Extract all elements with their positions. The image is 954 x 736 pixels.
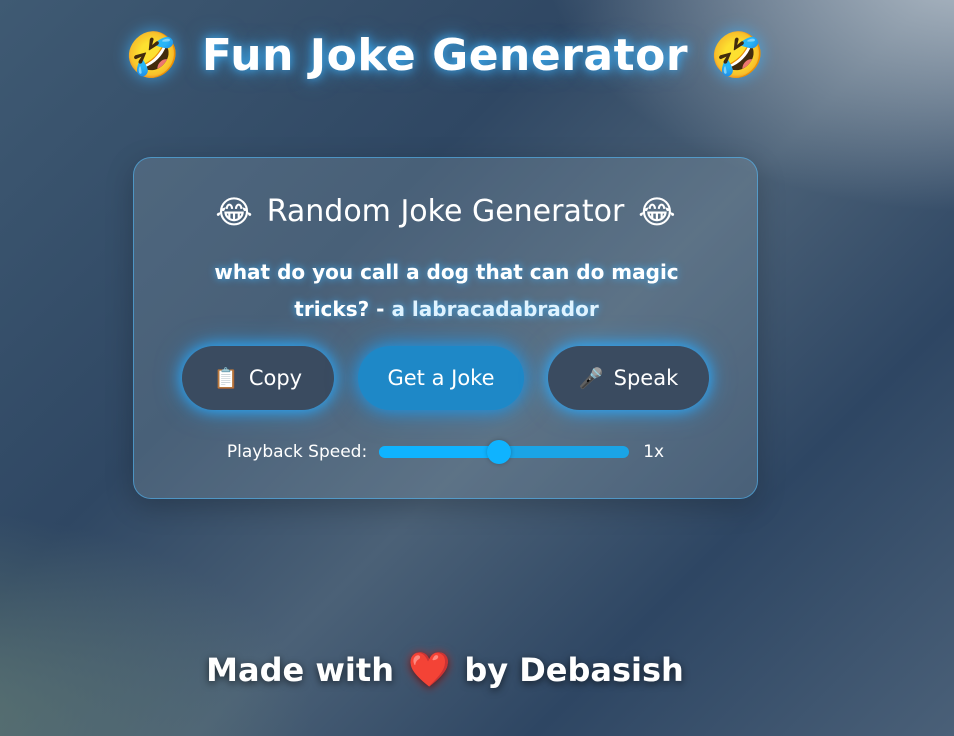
rofl-emoji-icon: 🤣	[125, 29, 180, 81]
footer-author: by Debasish	[464, 651, 684, 689]
playback-speed-value: 1x	[643, 442, 665, 462]
slider-thumb[interactable]	[487, 440, 512, 464]
playback-speed-label: Playback Speed:	[226, 442, 368, 462]
footer: Made with ❤️ by Debasish	[0, 650, 890, 690]
tears-of-joy-emoji-icon: 😂	[638, 192, 676, 231]
heart-icon: ❤️	[407, 650, 451, 690]
joke-answer: a labracadabrador	[391, 297, 599, 321]
tears-of-joy-emoji-icon: 😂	[215, 192, 253, 231]
playback-speed-control: Playback Speed: 1x	[134, 440, 757, 464]
slider-fill	[379, 446, 500, 458]
copy-button-label: Copy	[248, 366, 303, 390]
page-header: 🤣 Fun Joke Generator 🤣	[0, 30, 890, 81]
playback-speed-slider[interactable]	[379, 440, 630, 464]
speak-button[interactable]: 🎤 Speak	[548, 346, 709, 410]
card-title: 😂 Random Joke Generator 😂	[134, 194, 757, 229]
footer-prefix: Made with	[206, 651, 394, 689]
microphone-icon: 🎤	[578, 366, 604, 390]
speak-button-label: Speak	[613, 366, 679, 390]
rofl-emoji-icon: 🤣	[710, 29, 765, 81]
card-heading: Random Joke Generator	[266, 194, 625, 229]
joke-text: what do you call a dog that can do magic…	[189, 254, 704, 328]
page-title: Fun Joke Generator	[201, 30, 689, 81]
get-joke-button-label: Get a Joke	[387, 366, 495, 390]
clipboard-icon: 📋	[213, 366, 239, 390]
get-joke-button[interactable]: Get a Joke	[358, 346, 524, 410]
joke-card: 😂 Random Joke Generator 😂 what do you ca…	[133, 157, 758, 499]
copy-button[interactable]: 📋 Copy	[182, 346, 334, 410]
